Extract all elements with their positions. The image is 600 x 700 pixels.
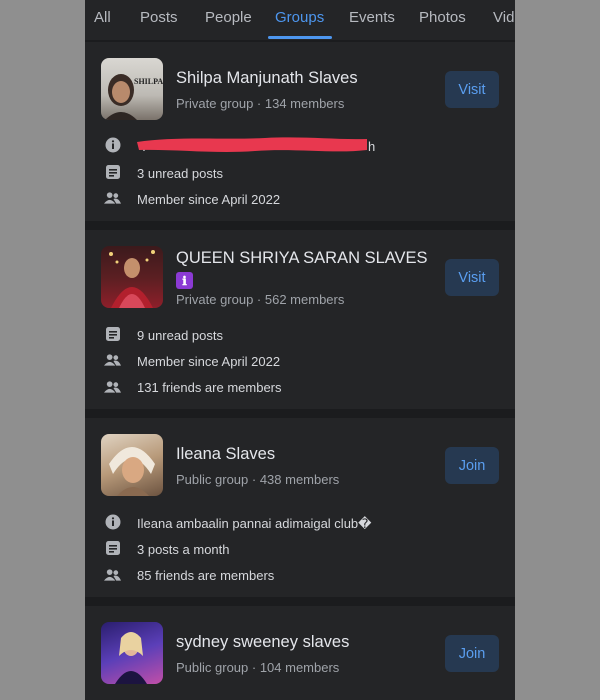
tab-videos[interactable]: Vide <box>493 9 515 26</box>
group-card[interactable]: SHILPA SLAVE Shilpa Manjunath Slaves Pri… <box>85 42 515 221</box>
info-icon <box>104 513 121 530</box>
tab-people[interactable]: People <box>205 9 252 26</box>
friends-members: 131 friends are members <box>137 380 282 395</box>
group-card[interactable]: Ileana Slaves Public group · 438 members… <box>85 418 515 597</box>
people-icon <box>104 351 121 368</box>
unread-posts: 3 unread posts <box>137 166 224 181</box>
posts-icon <box>104 325 121 342</box>
visit-button[interactable]: Visit <box>445 71 499 108</box>
join-button[interactable]: Join <box>445 635 499 672</box>
unread-posts: 9 unread posts <box>137 328 224 343</box>
people-icon <box>104 378 121 395</box>
tab-photos[interactable]: Photos <box>419 9 466 26</box>
group-name[interactable]: Ileana Slaves <box>176 445 275 464</box>
tab-all[interactable]: All <box>94 9 111 26</box>
member-since: Member since April 2022 <box>137 192 281 207</box>
group-meta: Private group · 562 members <box>176 292 345 307</box>
group-photo[interactable] <box>101 246 163 308</box>
info-icon <box>104 136 121 153</box>
active-tab-indicator <box>268 36 332 39</box>
thumb-label: SHILPA SLAVE <box>134 77 163 86</box>
post-frequency: 3 posts a month <box>137 542 230 557</box>
friends-members: 85 friends are members <box>137 568 275 583</box>
group-photo[interactable] <box>101 434 163 496</box>
group-description: Ileana ambaalin pannai adimaigal club� <box>137 516 372 531</box>
visit-button[interactable]: Visit <box>445 259 499 296</box>
tab-groups[interactable]: Groups <box>275 9 324 26</box>
group-name[interactable]: sydney sweeney slaves <box>176 633 349 652</box>
group-photo[interactable] <box>101 622 163 684</box>
join-button[interactable]: Join <box>445 447 499 484</box>
group-meta: Private group · 134 members <box>176 96 345 111</box>
group-name[interactable]: QUEEN SHRIYA SARAN SLAVES <box>176 249 428 268</box>
group-description-tail: h <box>368 139 376 154</box>
tab-posts[interactable]: Posts <box>140 9 178 26</box>
group-card[interactable]: QUEEN SHRIYA SARAN SLAVES ℹ Private grou… <box>85 230 515 409</box>
group-photo[interactable]: SHILPA SLAVE <box>101 58 163 120</box>
search-filter-tabs: All Posts People Groups Events Photos Vi… <box>85 0 515 40</box>
group-meta: Public group · 104 members <box>176 660 340 675</box>
group-meta: Public group · 438 members <box>176 472 340 487</box>
app-screen: All Posts People Groups Events Photos Vi… <box>85 0 515 700</box>
posts-icon <box>104 163 121 180</box>
info-badge-icon: ℹ <box>176 272 193 289</box>
tab-events[interactable]: Events <box>349 9 395 26</box>
member-since: Member since April 2022 <box>137 354 281 369</box>
redaction-mark <box>135 134 369 156</box>
people-icon <box>104 189 121 206</box>
group-name[interactable]: Shilpa Manjunath Slaves <box>176 69 358 88</box>
people-icon <box>104 566 121 583</box>
posts-icon <box>104 539 121 556</box>
group-card[interactable]: sydney sweeney slaves Public group · 104… <box>85 606 515 700</box>
